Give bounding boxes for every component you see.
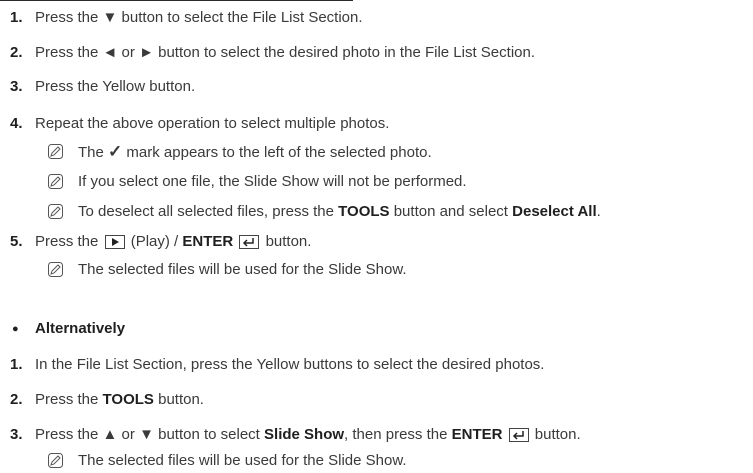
right-arrow-icon: ► — [139, 44, 154, 61]
note-text: To deselect all selected files, press th… — [78, 203, 601, 220]
step-text: Repeat the above operation to select mul… — [35, 115, 390, 132]
checkmark-icon: ✓ — [108, 142, 123, 161]
note-text: The selected files will be used for the … — [78, 261, 407, 278]
note-text: The selected files will be used for the … — [78, 452, 407, 469]
left-arrow-icon: ◄ — [102, 44, 118, 61]
memo-pencil-icon — [48, 453, 63, 468]
memo-pencil-icon — [48, 262, 63, 277]
section-heading: Alternatively — [35, 320, 126, 337]
step-number: 2. — [10, 391, 23, 408]
note-text: If you select one file, the Slide Show w… — [78, 173, 467, 190]
down-arrow-icon: ▼ — [102, 9, 118, 26]
up-arrow-icon: ▲ — [102, 426, 118, 443]
step-number: 4. — [10, 115, 23, 132]
top-rule — [0, 0, 353, 1]
step-text: Press the (Play) / ENTER button. — [35, 233, 312, 250]
step-number: 2. — [10, 44, 23, 61]
note-text: The ✓ mark appears to the left of the se… — [78, 142, 432, 162]
step-text: Press the ◄ or ► button to select the de… — [35, 44, 536, 61]
play-key-icon — [104, 235, 125, 249]
step-text: Press the ▲ or ▼ button to select Slide … — [35, 426, 581, 443]
step-number: 1. — [10, 356, 23, 373]
step-number: 1. — [10, 9, 23, 26]
step-text: In the File List Section, press the Yell… — [35, 356, 545, 373]
step-number: 3. — [10, 78, 23, 95]
enter-key-icon — [508, 428, 529, 442]
memo-pencil-icon — [48, 174, 63, 189]
step-text: Press the ▼ button to select the File Li… — [35, 9, 363, 26]
step-text: Press the Yellow button. — [35, 78, 196, 95]
memo-pencil-icon — [48, 144, 63, 159]
step-number: 3. — [10, 426, 23, 443]
enter-key-icon — [239, 235, 260, 249]
step-number: 5. — [10, 233, 23, 250]
bullet-icon: ● — [12, 323, 19, 335]
memo-pencil-icon — [48, 204, 63, 219]
step-text: Press the TOOLS button. — [35, 391, 204, 408]
down-arrow-icon: ▼ — [139, 426, 154, 443]
